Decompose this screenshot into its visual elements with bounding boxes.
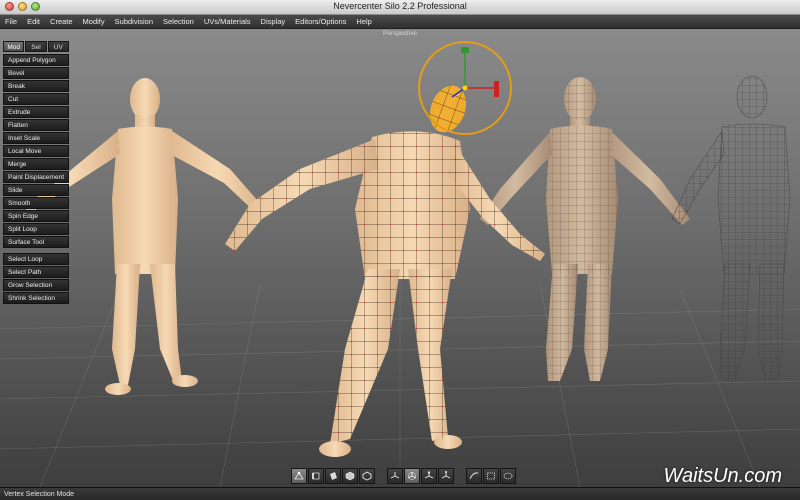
split-loop-button[interactable]: Split Loop xyxy=(3,223,69,235)
edge-select-icon[interactable] xyxy=(308,468,324,484)
status-bar: Vertex Selection Mode xyxy=(0,487,800,500)
menu-modify[interactable]: Modify xyxy=(78,15,110,28)
grow-selection-button[interactable]: Grow Selection xyxy=(3,279,69,291)
viewport-label: Perspective xyxy=(383,30,417,37)
transform-manipulator[interactable] xyxy=(418,41,512,135)
scale-manipulator-icon[interactable] xyxy=(421,468,437,484)
smooth-button[interactable]: Smooth xyxy=(3,197,69,209)
vertex-select-icon[interactable] xyxy=(291,468,307,484)
merge-button[interactable]: Merge xyxy=(3,158,69,170)
menu-subdivision[interactable]: Subdivision xyxy=(110,15,158,28)
box-select-icon[interactable] xyxy=(483,468,499,484)
lasso-select-icon[interactable] xyxy=(500,468,516,484)
menu-bar: File Edit Create Modify Subdivision Sele… xyxy=(0,15,800,29)
window-title: Nevercenter Silo 2.2 Professional xyxy=(333,1,467,11)
watermark: WaitsUn.com xyxy=(663,465,782,487)
silo-app-window: Nevercenter Silo 2.2 Professional File E… xyxy=(0,0,800,500)
flatten-button[interactable]: Flatten xyxy=(3,119,69,131)
wireframe-figure[interactable] xyxy=(671,75,791,380)
select-path-button[interactable]: Select Path xyxy=(3,266,69,278)
solid-mode-icon[interactable] xyxy=(359,468,375,484)
shrink-selection-button[interactable]: Shrink Selection xyxy=(3,292,69,304)
append-polygon-button[interactable]: Append Polygon xyxy=(3,54,69,66)
panel-tabs: Mod Sel UV xyxy=(3,41,69,52)
selected-posed-figure[interactable] xyxy=(225,81,545,457)
menu-file[interactable]: File xyxy=(0,15,22,28)
title-bar: Nevercenter Silo 2.2 Professional xyxy=(0,0,800,15)
scene-canvas[interactable] xyxy=(0,29,800,487)
menu-edit[interactable]: Edit xyxy=(22,15,45,28)
menu-uvs-materials[interactable]: UVs/Materials xyxy=(199,15,256,28)
move-manipulator-icon[interactable] xyxy=(387,468,403,484)
select-loop-button[interactable]: Select Loop xyxy=(3,253,69,265)
break-button[interactable]: Break xyxy=(3,80,69,92)
tab-mod[interactable]: Mod xyxy=(3,41,25,52)
tool-panel: Mod Sel UV Append Polygon Bevel Break Cu… xyxy=(3,41,69,305)
universal-manipulator-icon[interactable] xyxy=(438,468,454,484)
inset-scale-button[interactable]: Inset Scale xyxy=(3,132,69,144)
slide-button[interactable]: Slide xyxy=(3,184,69,196)
menu-help[interactable]: Help xyxy=(351,15,376,28)
paint-select-icon[interactable] xyxy=(466,468,482,484)
menu-editors-options[interactable]: Editors/Options xyxy=(290,15,351,28)
bevel-button[interactable]: Bevel xyxy=(3,67,69,79)
menu-selection[interactable]: Selection xyxy=(158,15,199,28)
tab-sel[interactable]: Sel xyxy=(25,41,47,52)
face-select-icon[interactable] xyxy=(325,468,341,484)
extrude-button[interactable]: Extrude xyxy=(3,106,69,118)
spin-edge-button[interactable]: Spin Edge xyxy=(3,210,69,222)
paint-displacement-button[interactable]: Paint Displacement xyxy=(3,171,69,183)
tab-uv[interactable]: UV xyxy=(47,41,69,52)
bottom-toolbar xyxy=(291,467,516,485)
object-select-icon[interactable] xyxy=(342,468,358,484)
cut-button[interactable]: Cut xyxy=(3,93,69,105)
surface-tool-button[interactable]: Surface Tool xyxy=(3,236,69,248)
status-text: Vertex Selection Mode xyxy=(4,491,75,498)
menu-display[interactable]: Display xyxy=(256,15,291,28)
perspective-viewport[interactable]: Perspective Mod Sel UV Append Polygon Be… xyxy=(0,29,800,487)
menu-create[interactable]: Create xyxy=(45,15,78,28)
local-move-button[interactable]: Local Move xyxy=(3,145,69,157)
rotate-manipulator-icon[interactable] xyxy=(404,468,420,484)
